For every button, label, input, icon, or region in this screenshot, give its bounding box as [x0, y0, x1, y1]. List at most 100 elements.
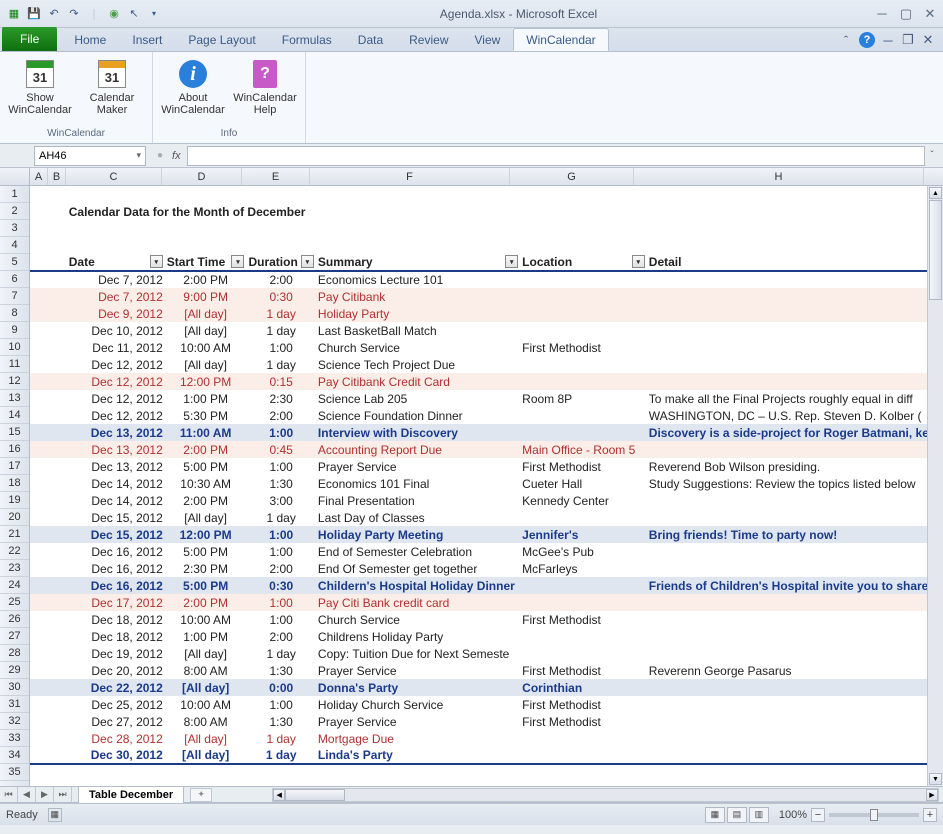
col-header[interactable]: F: [310, 168, 510, 185]
row-header[interactable]: 25: [0, 594, 29, 611]
row-header[interactable]: 11: [0, 356, 29, 373]
cells-area[interactable]: Calendar Data for the Month of DecemberD…: [30, 186, 943, 786]
page-break-view-icon[interactable]: ▥: [749, 807, 769, 823]
row-header[interactable]: 2: [0, 203, 29, 220]
vscroll-thumb[interactable]: [929, 200, 942, 300]
zoom-label[interactable]: 100%: [779, 809, 807, 821]
row-header[interactable]: 4: [0, 237, 29, 254]
tab-insert[interactable]: Insert: [119, 28, 175, 51]
row-header[interactable]: 21: [0, 526, 29, 543]
row-header[interactable]: 3: [0, 220, 29, 237]
row-header[interactable]: 10: [0, 339, 29, 356]
row-header[interactable]: 31: [0, 696, 29, 713]
row-header[interactable]: 24: [0, 577, 29, 594]
row-header[interactable]: 27: [0, 628, 29, 645]
window-restore-icon[interactable]: ❐: [901, 33, 915, 47]
row-header[interactable]: 14: [0, 407, 29, 424]
scroll-down-icon[interactable]: ▼: [929, 773, 942, 785]
scroll-right-icon[interactable]: ▶: [926, 789, 938, 801]
table-row[interactable]: Dec 14, 20122:00 PM3:00Final Presentatio…: [30, 492, 943, 509]
row-header[interactable]: 20: [0, 509, 29, 526]
row-header[interactable]: 33: [0, 730, 29, 747]
pointer-icon[interactable]: ↖: [126, 6, 142, 22]
row-header[interactable]: 1: [0, 186, 29, 203]
expand-formula-bar-icon[interactable]: ˇ: [925, 150, 939, 161]
macro-record-icon[interactable]: ▦: [48, 808, 62, 822]
table-row[interactable]: Dec 15, 201212:00 PM1:00Holiday Party Me…: [30, 526, 943, 543]
row-header[interactable]: 28: [0, 645, 29, 662]
tab-home[interactable]: Home: [61, 28, 119, 51]
tab-page-layout[interactable]: Page Layout: [175, 28, 268, 51]
page-layout-view-icon[interactable]: ▤: [727, 807, 747, 823]
table-row[interactable]: Dec 25, 201210:00 AM1:00Holiday Church S…: [30, 696, 943, 713]
table-row[interactable]: Dec 13, 201211:00 AM1:00Interview with D…: [30, 424, 943, 441]
filter-button[interactable]: ▾: [150, 255, 163, 268]
row-header[interactable]: 34: [0, 747, 29, 764]
table-row[interactable]: Dec 12, 2012[All day]1 dayScience Tech P…: [30, 356, 943, 373]
zoom-out-button[interactable]: −: [811, 808, 825, 822]
scroll-left-icon[interactable]: ◀: [273, 789, 285, 801]
table-row[interactable]: Dec 13, 20125:00 PM1:00Prayer ServiceFir…: [30, 458, 943, 475]
table-row[interactable]: Dec 7, 20122:00 PM2:00Economics Lecture …: [30, 271, 943, 288]
filter-button[interactable]: ▾: [505, 255, 518, 268]
col-header[interactable]: D: [162, 168, 242, 185]
table-row[interactable]: Dec 11, 201210:00 AM1:00Church ServiceFi…: [30, 339, 943, 356]
row-header[interactable]: 9: [0, 322, 29, 339]
table-row[interactable]: Dec 28, 2012[All day]1 dayMortgage Due: [30, 730, 943, 747]
table-row[interactable]: Dec 19, 2012[All day]1 dayCopy: Tuition …: [30, 645, 943, 662]
table-row[interactable]: Dec 20, 20128:00 AM1:30Prayer ServiceFir…: [30, 662, 943, 679]
table-row[interactable]: Dec 12, 20121:00 PM2:30Science Lab 205Ro…: [30, 390, 943, 407]
table-row[interactable]: Dec 7, 20129:00 PM0:30Pay Citibank: [30, 288, 943, 305]
row-header[interactable]: 23: [0, 560, 29, 577]
col-header[interactable]: E: [242, 168, 310, 185]
table-row[interactable]: Dec 9, 2012[All day]1 dayHoliday Party: [30, 305, 943, 322]
tab-wincalendar[interactable]: WinCalendar: [513, 28, 608, 51]
vertical-scrollbar[interactable]: ▲ ▼: [927, 186, 943, 786]
filter-button[interactable]: ▾: [231, 255, 244, 268]
zoom-in-button[interactable]: +: [923, 808, 937, 822]
minimize-icon[interactable]: ─: [875, 7, 889, 21]
minimize-ribbon-icon[interactable]: ˆ: [839, 33, 853, 47]
zoom-slider-knob[interactable]: [870, 809, 878, 821]
calendar-maker-button[interactable]: Calendar Maker: [80, 56, 144, 126]
hscroll-thumb[interactable]: [285, 789, 345, 801]
row-header[interactable]: 26: [0, 611, 29, 628]
sheet-tab[interactable]: Table December: [78, 786, 184, 803]
row-header[interactable]: 32: [0, 713, 29, 730]
zoom-slider[interactable]: [829, 813, 919, 817]
tab-data[interactable]: Data: [345, 28, 396, 51]
formula-input[interactable]: [187, 146, 925, 166]
horizontal-scrollbar[interactable]: ◀ ▶: [272, 788, 939, 802]
row-header[interactable]: 13: [0, 390, 29, 407]
table-row[interactable]: Dec 22, 2012[All day]0:00Donna's PartyCo…: [30, 679, 943, 696]
insert-sheet-icon[interactable]: ✦: [190, 788, 212, 802]
row-header[interactable]: 12: [0, 373, 29, 390]
col-header[interactable]: G: [510, 168, 634, 185]
table-row[interactable]: Dec 16, 20125:00 PM0:30Childern's Hospit…: [30, 577, 943, 594]
tab-review[interactable]: Review: [396, 28, 461, 51]
col-header[interactable]: H: [634, 168, 924, 185]
table-row[interactable]: Dec 18, 201210:00 AM1:00Church ServiceFi…: [30, 611, 943, 628]
select-all-corner[interactable]: [0, 168, 30, 185]
col-header[interactable]: C: [66, 168, 162, 185]
table-row[interactable]: Dec 10, 2012[All day]1 dayLast BasketBal…: [30, 322, 943, 339]
maximize-icon[interactable]: ▢: [899, 7, 913, 21]
row-header[interactable]: 15: [0, 424, 29, 441]
fx-cancel-icon[interactable]: ●: [154, 150, 166, 161]
col-header[interactable]: A: [30, 168, 48, 185]
row-header[interactable]: 22: [0, 543, 29, 560]
workbook-close-icon[interactable]: ✕: [921, 33, 935, 47]
sheet-nav-last-icon[interactable]: ⏭: [54, 787, 72, 803]
table-row[interactable]: Dec 13, 20122:00 PM0:45Accounting Report…: [30, 441, 943, 458]
sheet-nav-prev-icon[interactable]: ◀: [18, 787, 36, 803]
wincalendar-help-button[interactable]: ? WinCalendar Help: [233, 56, 297, 126]
help-icon[interactable]: ?: [859, 32, 875, 48]
row-header[interactable]: 30: [0, 679, 29, 696]
sheet-nav-first-icon[interactable]: ⏮: [0, 787, 18, 803]
file-tab[interactable]: File: [2, 27, 57, 51]
scroll-up-icon[interactable]: ▲: [929, 187, 942, 199]
row-header[interactable]: 8: [0, 305, 29, 322]
table-row[interactable]: Dec 30, 2012[All day]1 dayLinda's Party: [30, 747, 943, 764]
undo-icon[interactable]: ↶: [46, 6, 62, 22]
row-header[interactable]: 18: [0, 475, 29, 492]
